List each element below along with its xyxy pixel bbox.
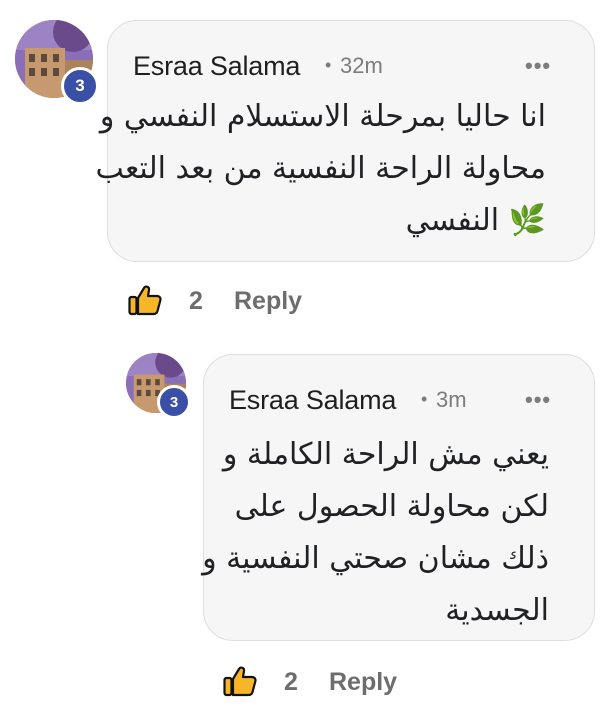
like-count: 2 [189,287,203,315]
comment-bubble[interactable]: Esraa Salama • 32m ••• انا حاليا بمرحلة … [96,20,595,262]
reply-button[interactable]: Reply [329,668,397,697]
comment-text-line: محاولة الراحة النفسية من بعد التعب [95,151,547,186]
comment-text: انا حاليا بمرحلة الاستسلام النفسي و محاو… [96,91,547,247]
comment-thread: 3 Esraa Salama • 32m ••• انا حاليا بمرحل… [0,0,609,720]
reply-button[interactable]: Reply [234,287,302,316]
comment-text-line: 🌿 النفسي [96,195,546,247]
comment-bubble[interactable]: Esraa Salama • 3m ••• يعني مش الراحة الك… [202,354,595,641]
comment-text-word: النفسي [405,203,500,238]
notification-badge: 3 [61,67,99,105]
comment-text-line: يعني مش الراحة الكاملة و [222,437,549,472]
timestamp: 32m [340,53,383,78]
thumbs-up-icon[interactable] [128,284,162,316]
timestamp: 3m [436,387,467,412]
author-name[interactable]: Esraa Salama [133,51,300,82]
comment-text-line: الجسدية [445,593,549,628]
more-options-icon[interactable]: ••• [525,387,551,413]
time-separator: • [325,55,332,75]
herb-emoji: 🌿 [508,203,546,238]
time-separator: • [421,389,428,409]
comment-text-line: لكن محاولة الحصول على [234,489,549,524]
more-options-icon[interactable]: ••• [525,53,551,79]
thumbs-up-icon[interactable] [223,665,257,697]
like-count: 2 [284,668,298,696]
comment-text: يعني مش الراحة الكاملة و لكن محاولة الحص… [202,429,549,637]
author-name[interactable]: Esraa Salama [229,385,396,416]
notification-badge: 3 [157,385,191,419]
comment-text-line: انا حاليا بمرحلة الاستسلام النفسي و [99,99,546,134]
comment-text-line: ذلك مشان صحتي النفسية و [202,541,549,576]
